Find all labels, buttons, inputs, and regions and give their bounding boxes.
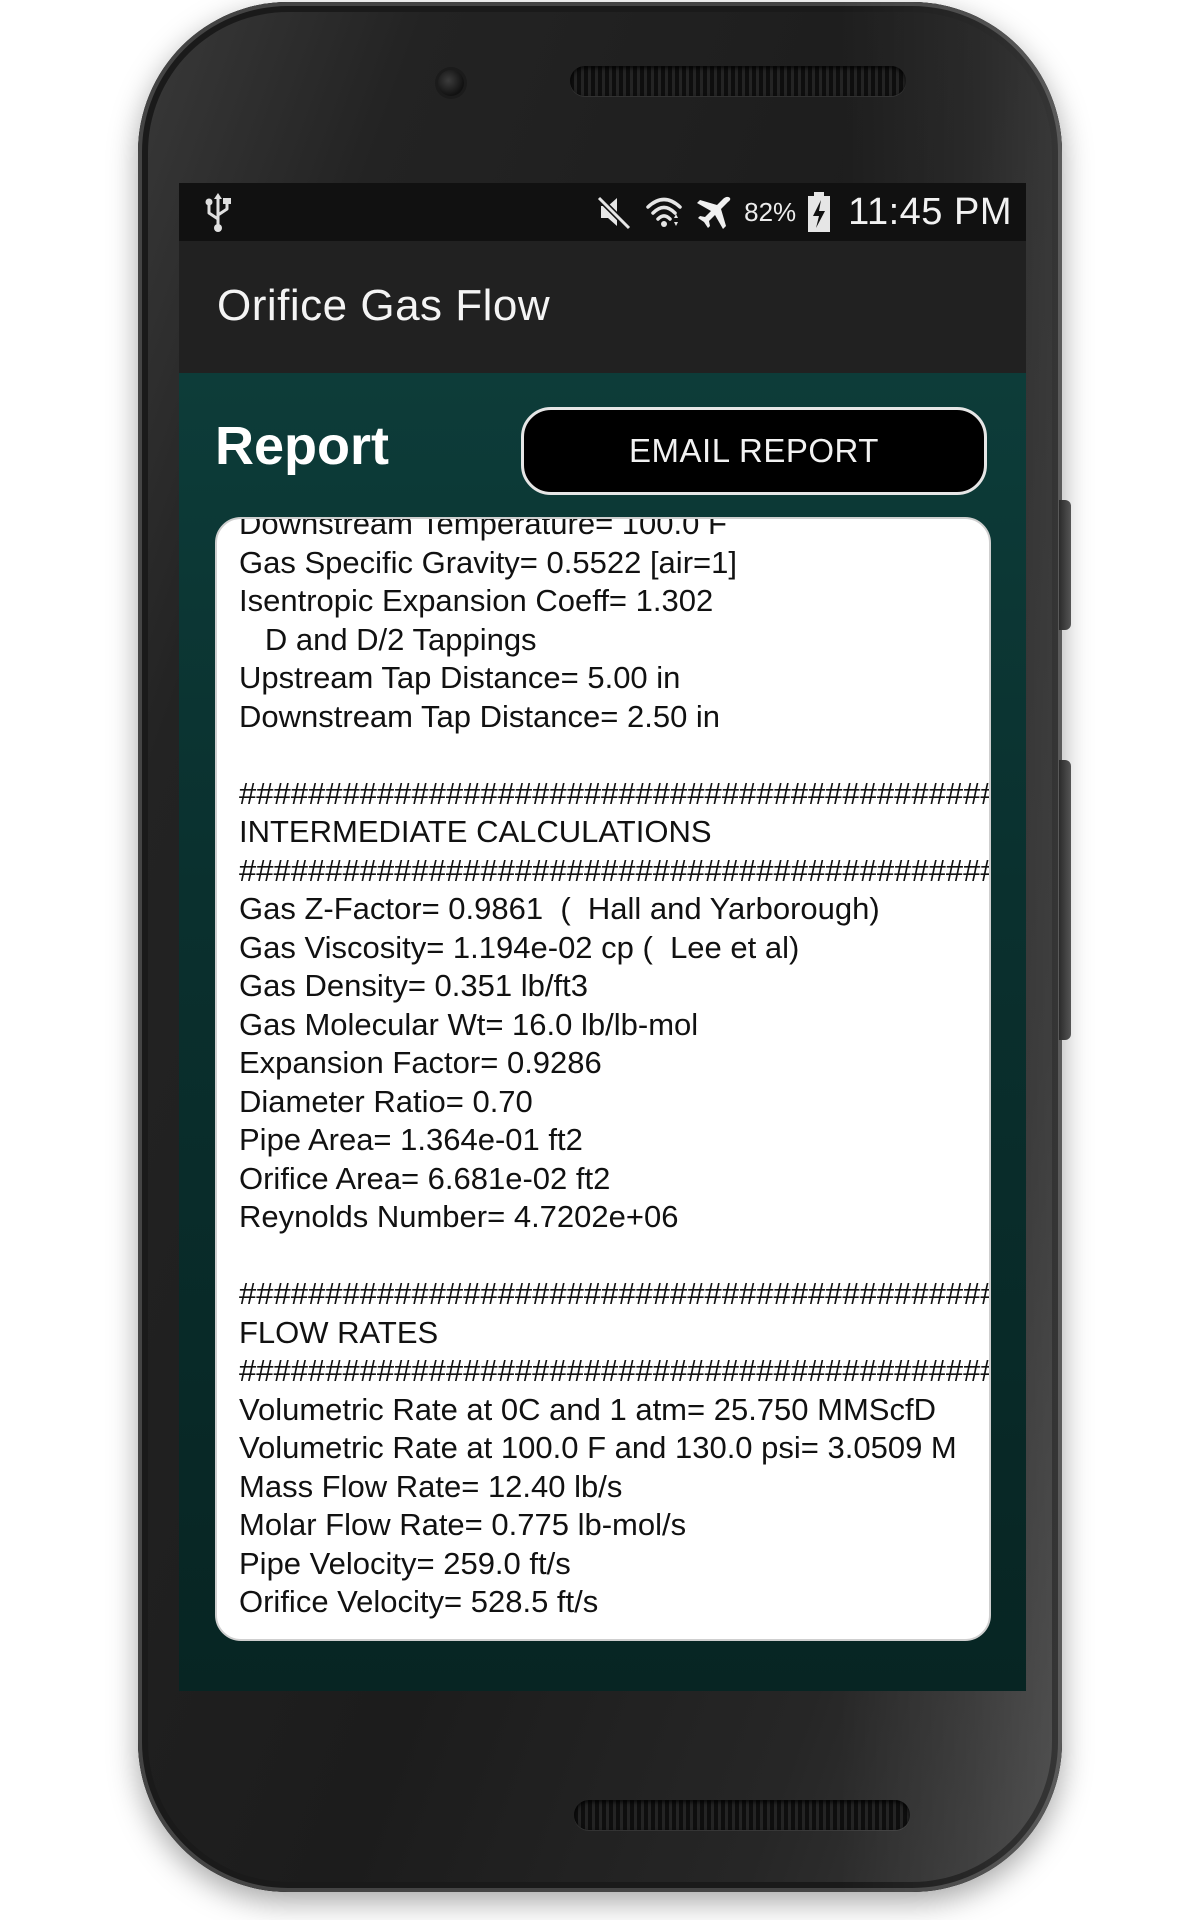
- battery-charging-icon: [808, 192, 831, 232]
- report-line: Isentropic Expansion Coeff= 1.302: [239, 583, 714, 618]
- report-text-area[interactable]: Downstream Temperature= 100.0 F Gas Speci…: [215, 517, 991, 1641]
- report-line: Volumetric Rate at 100.0 F and 130.0 psi…: [239, 1430, 957, 1465]
- report-line: Gas Density= 0.351 lb/ft3: [239, 968, 588, 1003]
- bottom-speaker: [574, 1800, 910, 1830]
- report-line: Orifice Velocity= 528.5 ft/s: [239, 1584, 599, 1619]
- report-text: Downstream Temperature= 100.0 F Gas Speci…: [239, 517, 989, 1622]
- report-line: Downstream Temperature= 100.0 F: [239, 517, 727, 541]
- report-line: ########################################…: [239, 852, 989, 888]
- app-bar: Orifice Gas Flow: [179, 241, 1026, 373]
- report-line: Diameter Ratio= 0.70: [239, 1083, 533, 1119]
- report-line: [239, 736, 989, 775]
- report-line: INTERMEDIATE CALCULATIONS: [239, 814, 712, 849]
- report-line: ########################################…: [239, 1276, 989, 1311]
- volume-button: [1059, 760, 1071, 1040]
- report-line: Orifice Area= 6.681e-02 ft2: [239, 1160, 611, 1196]
- phone-screen: 82% 11:45 PM Orifice Gas Flow Report EMA…: [179, 183, 1026, 1691]
- report-line: Gas Specific Gravity= 0.5522 [air=1]: [239, 544, 737, 580]
- report-line: Downstream Tap Distance= 2.50 in: [239, 698, 721, 734]
- email-report-button[interactable]: EMAIL REPORT: [521, 407, 987, 495]
- report-line: Upstream Tap Distance= 5.00 in: [239, 660, 681, 695]
- report-line: Gas Viscosity= 1.194e-02 cp ( Lee et al): [239, 929, 800, 965]
- report-line: Pipe Area= 1.364e-01 ft2: [239, 1122, 583, 1157]
- report-line: Reynolds Number= 4.7202e+06: [239, 1199, 679, 1234]
- battery-percent: 82%: [744, 196, 797, 227]
- page-title: Report: [215, 416, 389, 476]
- report-line: FLOW RATES: [239, 1314, 439, 1350]
- usb-icon: [205, 193, 231, 232]
- report-line: Mass Flow Rate= 12.40 lb/s: [239, 1468, 623, 1504]
- report-line: Expansion Factor= 0.9286: [239, 1045, 602, 1080]
- power-button: [1059, 500, 1071, 630]
- report-line: ########################################…: [239, 775, 989, 811]
- app-title: Orifice Gas Flow: [217, 281, 551, 330]
- report-line: Volumetric Rate at 0C and 1 atm= 25.750 …: [239, 1391, 936, 1427]
- report-line: Gas Z-Factor= 0.9861 ( Hall and Yarborou…: [239, 891, 880, 926]
- status-clock: 11:45 PM: [848, 190, 1012, 233]
- front-camera: [438, 70, 464, 96]
- device-mockup: 82% 11:45 PM Orifice Gas Flow Report EMA…: [0, 0, 1200, 1920]
- report-screen: Report EMAIL REPORT Downstream Temperatu…: [179, 373, 1026, 1691]
- status-bar: 82% 11:45 PM: [179, 183, 1026, 241]
- report-line: ########################################…: [239, 1353, 989, 1388]
- airplane-icon: [697, 196, 731, 229]
- mute-icon: [596, 195, 632, 231]
- earpiece-speaker: [570, 66, 906, 96]
- status-icons: 82% 11:45 PM: [596, 183, 1012, 241]
- report-line: D and D/2 Tappings: [239, 621, 537, 657]
- report-line: Gas Molecular Wt= 16.0 lb/lb-mol: [239, 1006, 699, 1042]
- report-line: Molar Flow Rate= 0.775 lb-mol/s: [239, 1507, 687, 1542]
- wifi-icon: [646, 197, 682, 227]
- report-line: Pipe Velocity= 259.0 ft/s: [239, 1545, 571, 1581]
- report-line: [239, 1237, 989, 1276]
